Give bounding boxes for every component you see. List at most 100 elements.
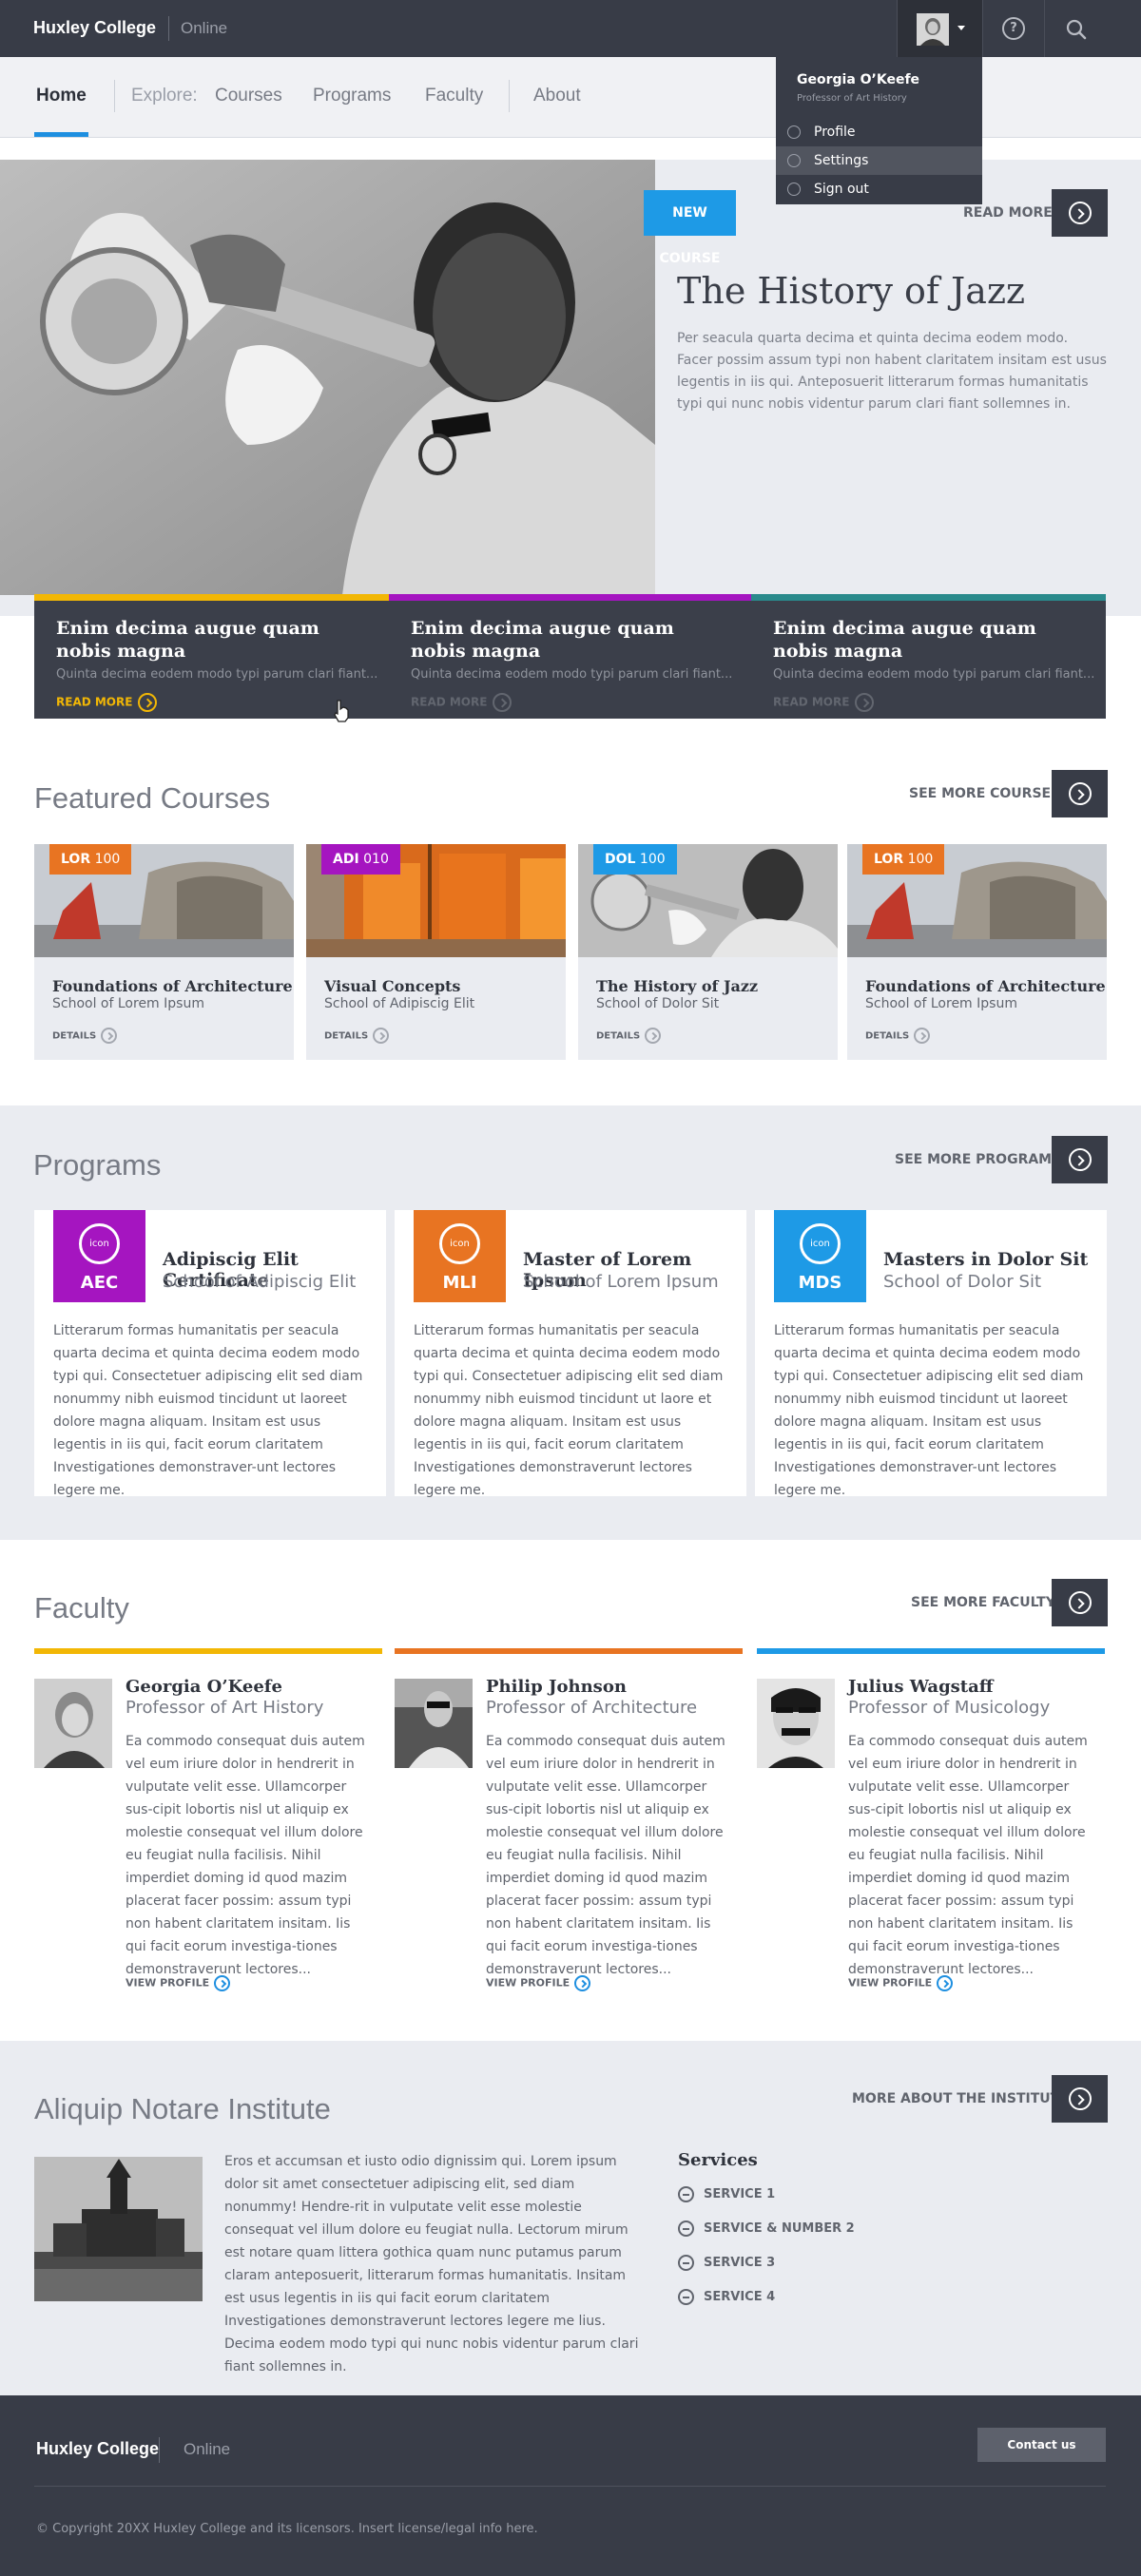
arrow-right-icon <box>645 1028 662 1044</box>
course-details-link[interactable]: DETAILS <box>324 1028 390 1044</box>
faculty-name: Philip Johnson <box>486 1677 627 1697</box>
radio-icon <box>787 154 801 167</box>
read-more-link[interactable]: READ MORE <box>56 693 158 712</box>
course-code-badge: DOL 100 <box>593 844 677 875</box>
faculty-card[interactable]: Georgia O’Keefe Professor of Art History… <box>34 1648 382 2000</box>
user-menu-button[interactable] <box>897 0 982 57</box>
program-card[interactable]: icon MDS Masters in Dolor Sit School of D… <box>755 1210 1107 1498</box>
course-title: Foundations of Architecture <box>52 977 293 995</box>
course-school: School of Dolor Sit <box>596 996 720 1011</box>
footer-rule <box>34 2486 1106 2487</box>
feature-card-title: Enim decima augue quam nobis magna <box>56 618 319 662</box>
arrow-right-icon <box>1068 782 1092 805</box>
chevron-down-icon <box>957 26 965 30</box>
see-more-courses-label[interactable]: SEE MORE COURSES <box>909 786 1060 801</box>
feature-card-text: Quinta decima eodem modo typi parum clar… <box>56 667 378 682</box>
footer-brand[interactable]: Huxley College <box>36 2439 159 2459</box>
institute-image <box>34 2157 203 2301</box>
copyright-text: © Copyright 20XX Huxley College and its … <box>36 2522 538 2536</box>
menu-item-profile[interactable]: Profile <box>776 118 982 146</box>
avatar <box>917 13 949 46</box>
program-description: Litterarum formas humanitatis per seacul… <box>53 1323 363 1498</box>
view-profile-link[interactable]: VIEW PROFILE <box>486 1975 591 1991</box>
footer-divider <box>159 2437 160 2463</box>
faculty-bio: Ea commodo consequat duis autem vel eum … <box>486 1734 725 1977</box>
hero-read-more-label[interactable]: READ MORE <box>963 205 1053 221</box>
service-link[interactable]: SERVICE 3 <box>678 2255 775 2271</box>
section-title-programs: Programs <box>33 1148 162 1182</box>
read-more-link[interactable]: READ MORE <box>773 693 875 712</box>
program-icon-box: icon MLI <box>414 1210 506 1302</box>
see-more-programs-button[interactable] <box>1052 1136 1108 1183</box>
program-description: Litterarum formas humanitatis per seacul… <box>414 1323 724 1498</box>
course-card[interactable]: LOR 100 Foundations of Architecture Scho… <box>34 844 294 1060</box>
nav-explore-label: Explore: <box>131 86 198 106</box>
course-school: School of Adipiscig Elit <box>324 996 475 1011</box>
search-button[interactable] <box>1044 0 1106 57</box>
program-school: School of Adipiscig Elit <box>163 1272 357 1292</box>
feature-card-text: Quinta decima eodem modo typi parum clar… <box>773 667 1095 682</box>
see-more-faculty-button[interactable] <box>1052 1579 1108 1626</box>
arrow-right-icon <box>937 1975 954 1991</box>
read-more-link[interactable]: READ MORE <box>411 693 512 712</box>
faculty-bio: Ea commodo consequat duis autem vel eum … <box>848 1734 1088 1977</box>
menu-item-settings[interactable]: Settings <box>776 146 982 175</box>
program-card[interactable]: icon MLI Master of Lorem Ipsum School of … <box>395 1210 746 1498</box>
more-about-institute-label[interactable]: MORE ABOUT THE INSTITUTE <box>852 2091 1069 2106</box>
course-details-link[interactable]: DETAILS <box>52 1028 118 1044</box>
program-card[interactable]: icon AEC Adipiscig Elit Certificate Schoo… <box>34 1210 386 1498</box>
arrow-right-icon <box>574 1975 591 1991</box>
faculty-photo <box>395 1679 473 1768</box>
help-button[interactable]: ? <box>982 0 1044 57</box>
arrow-right-icon <box>138 693 158 712</box>
feature-card-title: Enim decima augue quam nobis magna <box>411 618 674 662</box>
faculty-card[interactable]: Julius Wagstaff Professor of Musicology … <box>757 1648 1105 2000</box>
mouse-cursor-icon <box>334 700 349 722</box>
view-profile-link[interactable]: VIEW PROFILE <box>848 1975 954 1991</box>
menu-item-sign-out[interactable]: Sign out <box>776 175 982 203</box>
arrow-right-icon <box>373 1028 390 1044</box>
arrow-right-icon <box>101 1028 118 1044</box>
course-details-link[interactable]: DETAILS <box>596 1028 662 1044</box>
nav-home[interactable]: Home <box>36 86 87 106</box>
arrow-right-icon <box>1068 2087 1092 2110</box>
faculty-role: Professor of Architecture <box>486 1698 698 1718</box>
nav-faculty[interactable]: Faculty <box>425 86 483 106</box>
minus-circle-icon <box>678 2220 694 2237</box>
hero-image[interactable] <box>0 160 655 595</box>
feature-card[interactable]: Enim decima augue quam nobis magna Quint… <box>389 594 751 719</box>
program-school: School of Dolor Sit <box>883 1272 1042 1292</box>
course-details-link[interactable]: DETAILS <box>865 1028 931 1044</box>
nav-about[interactable]: About <box>533 86 581 106</box>
help-icon: ? <box>1002 17 1025 40</box>
course-title: The History of Jazz <box>596 977 759 995</box>
course-code-badge: LOR 100 <box>49 844 132 875</box>
faculty-card[interactable]: Philip Johnson Professor of Architecture… <box>395 1648 743 2000</box>
service-link[interactable]: SERVICE 4 <box>678 2289 775 2305</box>
see-more-programs-label[interactable]: SEE MORE PROGRAMS <box>895 1152 1061 1167</box>
course-card[interactable]: LOR 100 Foundations of Architecture Scho… <box>847 844 1107 1060</box>
hero-read-more-button[interactable] <box>1052 189 1108 237</box>
service-link[interactable]: SERVICE & NUMBER 2 <box>678 2220 855 2237</box>
footer-brand-subtitle: Online <box>184 2440 231 2458</box>
radio-icon <box>787 183 801 196</box>
service-link[interactable]: SERVICE 1 <box>678 2186 775 2202</box>
see-more-courses-button[interactable] <box>1052 770 1108 817</box>
feature-card-text: Quinta decima eodem modo typi parum clar… <box>411 667 733 682</box>
institute-description: Eros et accumsan et iusto odio dignissim… <box>224 2154 639 2374</box>
hero-title: The History of Jazz <box>677 270 1025 312</box>
contact-us-button[interactable]: Contact us <box>977 2428 1106 2462</box>
feature-card[interactable]: Enim decima augue quam nobis magna Quint… <box>751 594 1106 719</box>
course-card[interactable]: DOL 100 The History of Jazz School of Do… <box>578 844 838 1060</box>
program-school: School of Lorem Ipsum <box>523 1272 719 1292</box>
see-more-faculty-label[interactable]: SEE MORE FACULTY <box>911 1595 1055 1610</box>
nav-programs[interactable]: Programs <box>313 86 391 106</box>
program-icon-box: icon MDS <box>774 1210 866 1302</box>
view-profile-link[interactable]: VIEW PROFILE <box>126 1975 231 1991</box>
brand-name[interactable]: Huxley College <box>33 18 156 38</box>
feature-card-title: Enim decima augue quam nobis magna <box>773 618 1036 662</box>
arrow-right-icon <box>214 1975 231 1991</box>
more-about-institute-button[interactable] <box>1052 2075 1108 2123</box>
course-card[interactable]: ADI 010 Visual Concepts School of Adipis… <box>306 844 566 1060</box>
nav-courses[interactable]: Courses <box>215 86 282 106</box>
